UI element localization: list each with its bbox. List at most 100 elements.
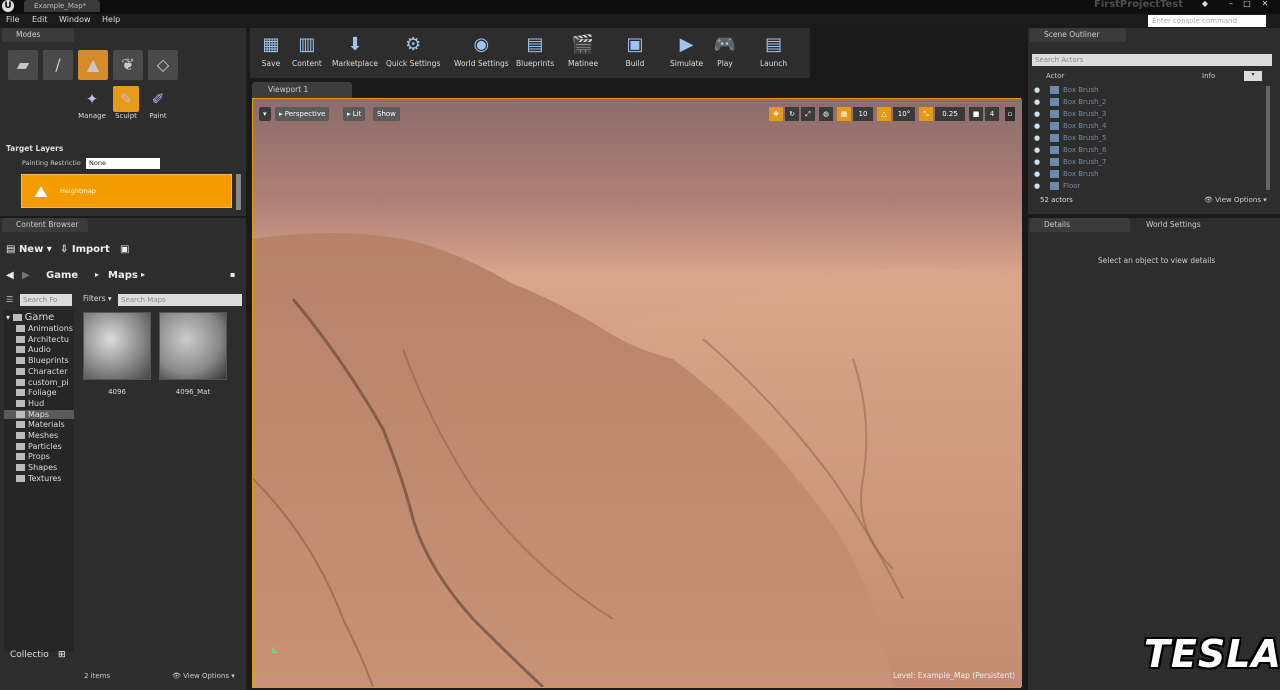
sculpt-tool-button[interactable]: ✎ Sculpt [111,86,141,120]
scale-snap-icon[interactable]: ⤡ [919,107,933,121]
show-button[interactable]: Show [373,107,400,121]
new-button[interactable]: ▤ New ▾ [6,244,52,255]
breadcrumb-maps[interactable]: Maps [108,270,138,281]
tree-node-audio[interactable]: Audio [16,345,51,354]
actor-row[interactable]: ● Box Brush_5 [1034,134,1260,146]
tree-node-game[interactable]: ▾ Game [6,312,54,323]
geometry-mode-icon[interactable]: ◇ [148,50,178,80]
outliner-scrollbar[interactable] [1266,86,1270,190]
world-settings-button[interactable]: ◉ World Settings [454,31,509,68]
manage-tool-button[interactable]: ✦ Manage [77,86,107,120]
modes-scrollbar[interactable] [236,174,241,210]
import-button[interactable]: ⇩ Import [60,244,110,255]
place-mode-icon[interactable]: ▰ [8,50,38,80]
level-viewport[interactable]: ▾ ▸ Perspective ▸ Lit Show ✥ ↻ ⤢ ◍ ▦ 10 … [252,98,1022,688]
close-button[interactable]: ✕ [1258,0,1272,9]
grid-snap-value[interactable]: 10 [853,107,873,121]
camera-speed-icon[interactable]: ■ [969,107,983,121]
viewport-options-button[interactable]: ▾ [259,107,271,121]
content-browser-tab[interactable]: Content Browser [2,218,88,232]
info-dropdown[interactable]: ▾ [1244,71,1262,81]
tree-node-maps[interactable]: Maps [4,409,74,419]
actor-row[interactable]: ● Box Brush_2 [1034,98,1260,110]
blueprints-button[interactable]: ▤ Blueprints [516,31,554,68]
tree-node-textures[interactable]: Textures [16,474,61,483]
feedback-icon[interactable]: ◆ [1198,0,1212,9]
quick-settings-button[interactable]: ⚙ Quick Settings [386,31,440,68]
details-tab[interactable]: Details [1030,218,1130,232]
forward-arrow-icon[interactable]: ▶ [22,270,30,281]
menu-window[interactable]: Window [59,15,91,24]
rotation-snap-value[interactable]: 10° [893,107,915,121]
visibility-eye-icon[interactable]: ● [1034,86,1042,94]
tree-toggle-icon[interactable]: ☰ [6,295,13,304]
modes-tab[interactable]: Modes [2,28,74,42]
target-layers-header[interactable]: Target Layers [6,144,63,153]
perspective-button[interactable]: ▸ Perspective [275,107,330,121]
asset-4096[interactable] [83,312,151,380]
tree-node-animations[interactable]: Animations [16,324,73,333]
foliage-mode-icon[interactable]: ❦ [113,50,143,80]
landscape-mode-icon[interactable]: ▲ [78,50,108,80]
visibility-eye-icon[interactable]: ● [1034,182,1042,190]
visibility-eye-icon[interactable]: ● [1034,158,1042,166]
simulate-button[interactable]: ▶ Simulate [670,31,703,68]
visibility-eye-icon[interactable]: ● [1034,134,1042,142]
grid-snap-icon[interactable]: ▦ [837,107,851,121]
actor-row[interactable]: ● Box Brush [1034,86,1260,98]
rotate-icon[interactable]: ↻ [785,107,799,121]
visibility-eye-icon[interactable]: ● [1034,98,1042,106]
tree-node-foliage[interactable]: Foliage [16,388,57,397]
rotation-snap-icon[interactable]: △ [877,107,891,121]
play-button[interactable]: 🎮 Play [712,31,738,68]
filters-button[interactable]: Filters ▾ [83,294,112,303]
scale-snap-value[interactable]: 0.25 [935,107,965,121]
tree-node-shapes[interactable]: Shapes [16,463,57,472]
lit-button[interactable]: ▸ Lit [343,107,366,121]
add-collection-icon[interactable]: ⊞ [58,650,66,660]
tree-node-custom-pi[interactable]: custom_pi [16,378,69,387]
marketplace-button[interactable]: ⬇ Marketplace [332,31,378,68]
document-tab[interactable]: Example_Map* [24,0,100,12]
camera-speed-value[interactable]: 4 [985,107,999,121]
maximize-button[interactable]: □ [1240,0,1254,9]
back-arrow-icon[interactable]: ◀ [6,270,14,281]
tree-node-hud[interactable]: Hud [16,399,44,408]
collections-header[interactable]: Collectio [10,650,49,660]
save-all-icon[interactable]: ▣ [120,244,129,255]
tree-node-props[interactable]: Props [16,452,50,461]
search-actors-input[interactable]: Search Actors [1032,54,1272,66]
translate-icon[interactable]: ✥ [769,107,783,121]
tree-node-materials[interactable]: Materials [16,420,65,429]
painting-restriction-select[interactable]: None [86,158,160,169]
viewport-tab[interactable]: Viewport 1 [252,82,352,98]
scale-icon[interactable]: ⤢ [801,107,815,121]
asset-4096-mat[interactable] [159,312,227,380]
tree-node-meshes[interactable]: Meshes [16,431,58,440]
lock-icon[interactable]: ▪ [230,270,235,279]
search-maps-input[interactable]: Search Maps [118,294,242,306]
actor-row[interactable]: ● Box Brush_6 [1034,146,1260,158]
build-button[interactable]: ▣ Build [622,31,648,68]
menu-edit[interactable]: Edit [32,15,48,24]
maximize-viewport-icon[interactable]: ▫ [1005,107,1015,121]
tree-node-blueprints[interactable]: Blueprints [16,356,69,365]
tree-node-particles[interactable]: Particles [16,442,62,451]
world-local-icon[interactable]: ◍ [819,107,833,121]
console-command-input[interactable]: Enter console command [1148,15,1266,27]
scene-outliner-tab[interactable]: Scene Outliner [1030,28,1126,42]
tree-node-architectu[interactable]: Architectu [16,335,69,344]
visibility-eye-icon[interactable]: ● [1034,110,1042,118]
content-button[interactable]: ▥ Content [292,31,322,68]
heightmap-layer[interactable]: ⛰ Heightmap [21,174,232,208]
search-folders-input[interactable]: Search Fo [20,294,72,306]
launch-button[interactable]: ▤ Launch [760,31,787,68]
visibility-eye-icon[interactable]: ● [1034,122,1042,130]
menu-file[interactable]: File [6,15,19,24]
actor-row[interactable]: ● Box Brush_4 [1034,122,1260,134]
tree-node-character[interactable]: Character [16,367,68,376]
view-options-button[interactable]: 👁 View Options ▾ [172,672,235,680]
actor-row[interactable]: ● Box Brush_3 [1034,110,1260,122]
outliner-view-options-button[interactable]: 👁 View Options ▾ [1204,196,1267,204]
breadcrumb-game[interactable]: Game [46,270,78,281]
